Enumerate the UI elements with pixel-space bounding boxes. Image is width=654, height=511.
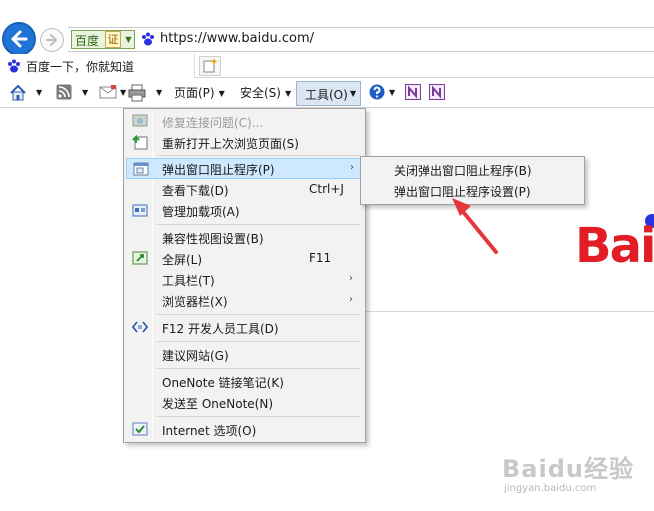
home-icon[interactable]	[9, 84, 27, 102]
submenu-item-turn-off-popup-blocker[interactable]: 关闭弹出窗口阻止程序(B)	[363, 159, 582, 180]
menu-item-internet-options[interactable]: Internet 选项(O)	[126, 419, 363, 440]
menu-item-label: 建议网站(G)	[162, 349, 229, 363]
chevron-right-icon: ›	[350, 162, 354, 173]
print-icon[interactable]	[128, 84, 146, 102]
fullscreen-icon	[132, 251, 148, 265]
chevron-down-icon: ▼	[218, 88, 225, 98]
security-certificate[interactable]: 百度 证 ▼	[71, 30, 135, 49]
menu-item-label: 重新打开上次浏览页面(S)	[162, 137, 299, 151]
menu-item-send-to-onenote[interactable]: 发送至 OneNote(N)	[126, 392, 363, 413]
internet-options-icon	[132, 422, 148, 436]
page-divider	[360, 311, 654, 312]
menu-item-reopen-session[interactable]: 重新打开上次浏览页面(S)	[126, 132, 363, 153]
addons-icon	[132, 204, 148, 217]
chevron-right-icon: ›	[349, 273, 353, 284]
page-menu-label: 页面(P)	[174, 86, 215, 100]
menu-separator	[156, 224, 360, 225]
menu-item-label: 发送至 OneNote(N)	[162, 397, 273, 411]
chevron-down-icon[interactable]: ▼	[389, 82, 395, 104]
menu-separator	[156, 368, 360, 369]
watermark: Baidu经验 jingyan.baidu.com	[502, 449, 652, 505]
back-arrow-icon	[11, 30, 28, 48]
chevron-down-icon[interactable]: ▼	[120, 82, 126, 104]
tab-strip: 百度一下，你就知道	[0, 54, 654, 78]
menu-item-explorer-bars[interactable]: 浏览器栏(X) ›	[126, 290, 363, 311]
menu-item-label: 全屏(L)	[162, 253, 203, 267]
menu-item-developer-tools[interactable]: F12 开发人员工具(D)	[126, 317, 363, 338]
annotation-arrow-icon	[452, 198, 498, 254]
tab-title: 百度一下，你就知道	[26, 60, 135, 74]
menu-item-compatibility-view[interactable]: 兼容性视图设置(B)	[126, 227, 363, 248]
tools-menu-button[interactable]: 工具(O) ▼	[296, 81, 361, 106]
menu-item-label: 浏览器栏(X)	[162, 295, 228, 309]
baidu-paw-icon	[142, 32, 154, 46]
menu-item-label: 查看下载(D)	[162, 184, 229, 198]
menu-item-popup-blocker[interactable]: 弹出窗口阻止程序(P) ›	[126, 158, 363, 179]
chevron-down-icon[interactable]: ▼	[156, 82, 162, 104]
developer-tools-icon	[132, 321, 148, 333]
menu-item-manage-addons[interactable]: 管理加载项(A)	[126, 200, 363, 221]
menu-separator	[156, 416, 360, 417]
menu-separator	[156, 314, 360, 315]
safety-menu-label: 安全(S)	[240, 86, 281, 100]
menu-item-onenote-linked-notes[interactable]: OneNote 链接笔记(K)	[126, 371, 363, 392]
menu-item-label: 修复连接问题(C)...	[162, 116, 264, 130]
submenu-item-label: 关闭弹出窗口阻止程序(B)	[394, 164, 532, 178]
forward-arrow-icon	[46, 34, 57, 46]
chevron-down-icon[interactable]: ▼	[82, 82, 88, 104]
chevron-down-icon: ▼	[350, 89, 357, 98]
cert-label: 百度	[75, 34, 100, 48]
menu-item-label: OneNote 链接笔记(K)	[162, 376, 284, 390]
address-bar: 百度 证 ▼ https://www.baidu.com/	[0, 0, 654, 56]
menu-item-label: F12 开发人员工具(D)	[162, 322, 279, 336]
chevron-down-icon: ▼	[284, 88, 292, 98]
chevron-right-icon: ›	[349, 294, 353, 305]
connection-repair-icon	[132, 114, 148, 127]
menu-item-toolbars[interactable]: 工具栏(T) ›	[126, 269, 363, 290]
menu-item-label: 兼容性视图设置(B)	[162, 232, 264, 246]
menu-item-fullscreen[interactable]: 全屏(L) F11	[126, 248, 363, 269]
chevron-down-icon[interactable]: ▼	[36, 82, 42, 104]
menu-item-suggested-sites[interactable]: 建议网站(G)	[126, 344, 363, 365]
menu-item-shortcut: Ctrl+J	[309, 182, 344, 196]
new-tab-button[interactable]	[199, 56, 221, 76]
onenote-linked-notes-icon[interactable]	[405, 84, 421, 100]
page-menu-button[interactable]: 页面(P) ▼	[174, 82, 225, 104]
url-input[interactable]: https://www.baidu.com/	[160, 31, 314, 46]
menu-item-label: Internet 选项(O)	[162, 424, 257, 438]
cert-badge-icon: 证	[105, 31, 121, 48]
popup-blocker-icon	[133, 162, 149, 176]
safety-menu-button[interactable]: 安全(S) ▼	[240, 82, 291, 104]
menu-item-label: 管理加载项(A)	[162, 205, 240, 219]
chevron-down-icon[interactable]: ▼	[123, 31, 134, 48]
tools-menu-label: 工具(O)	[305, 88, 348, 102]
tools-menu: 修复连接问题(C)... 重新打开上次浏览页面(S) 弹出窗口阻止程序(P) ›…	[123, 108, 366, 443]
help-icon[interactable]	[369, 84, 385, 100]
menu-item-view-downloads[interactable]: 查看下载(D) Ctrl+J	[126, 179, 363, 200]
baidu-logo: Bai	[575, 218, 654, 274]
watermark-title: Baidu经验	[502, 455, 634, 483]
watermark-subtitle: jingyan.baidu.com	[504, 483, 597, 494]
menu-item-label: 弹出窗口阻止程序(P)	[162, 163, 275, 177]
mail-icon[interactable]	[99, 84, 117, 100]
reopen-session-icon	[132, 134, 148, 150]
menu-separator	[156, 341, 360, 342]
command-bar: ▼ ▼ ▼ ▼ 页面(P) ▼ 安全(S) ▼ 工具(O) ▼ ▼	[0, 79, 654, 108]
baidu-paw-icon	[8, 59, 20, 73]
menu-separator	[156, 155, 360, 156]
forward-button[interactable]	[40, 28, 64, 52]
tab-baidu[interactable]: 百度一下，你就知道	[0, 54, 195, 78]
back-button[interactable]	[2, 22, 36, 56]
feeds-icon[interactable]	[56, 84, 72, 100]
send-to-onenote-icon[interactable]	[429, 84, 445, 100]
menu-item-fix-connection[interactable]: 修复连接问题(C)...	[126, 111, 363, 132]
new-tab-icon	[203, 59, 217, 73]
menu-item-shortcut: F11	[309, 251, 332, 265]
menu-item-label: 工具栏(T)	[162, 274, 215, 288]
